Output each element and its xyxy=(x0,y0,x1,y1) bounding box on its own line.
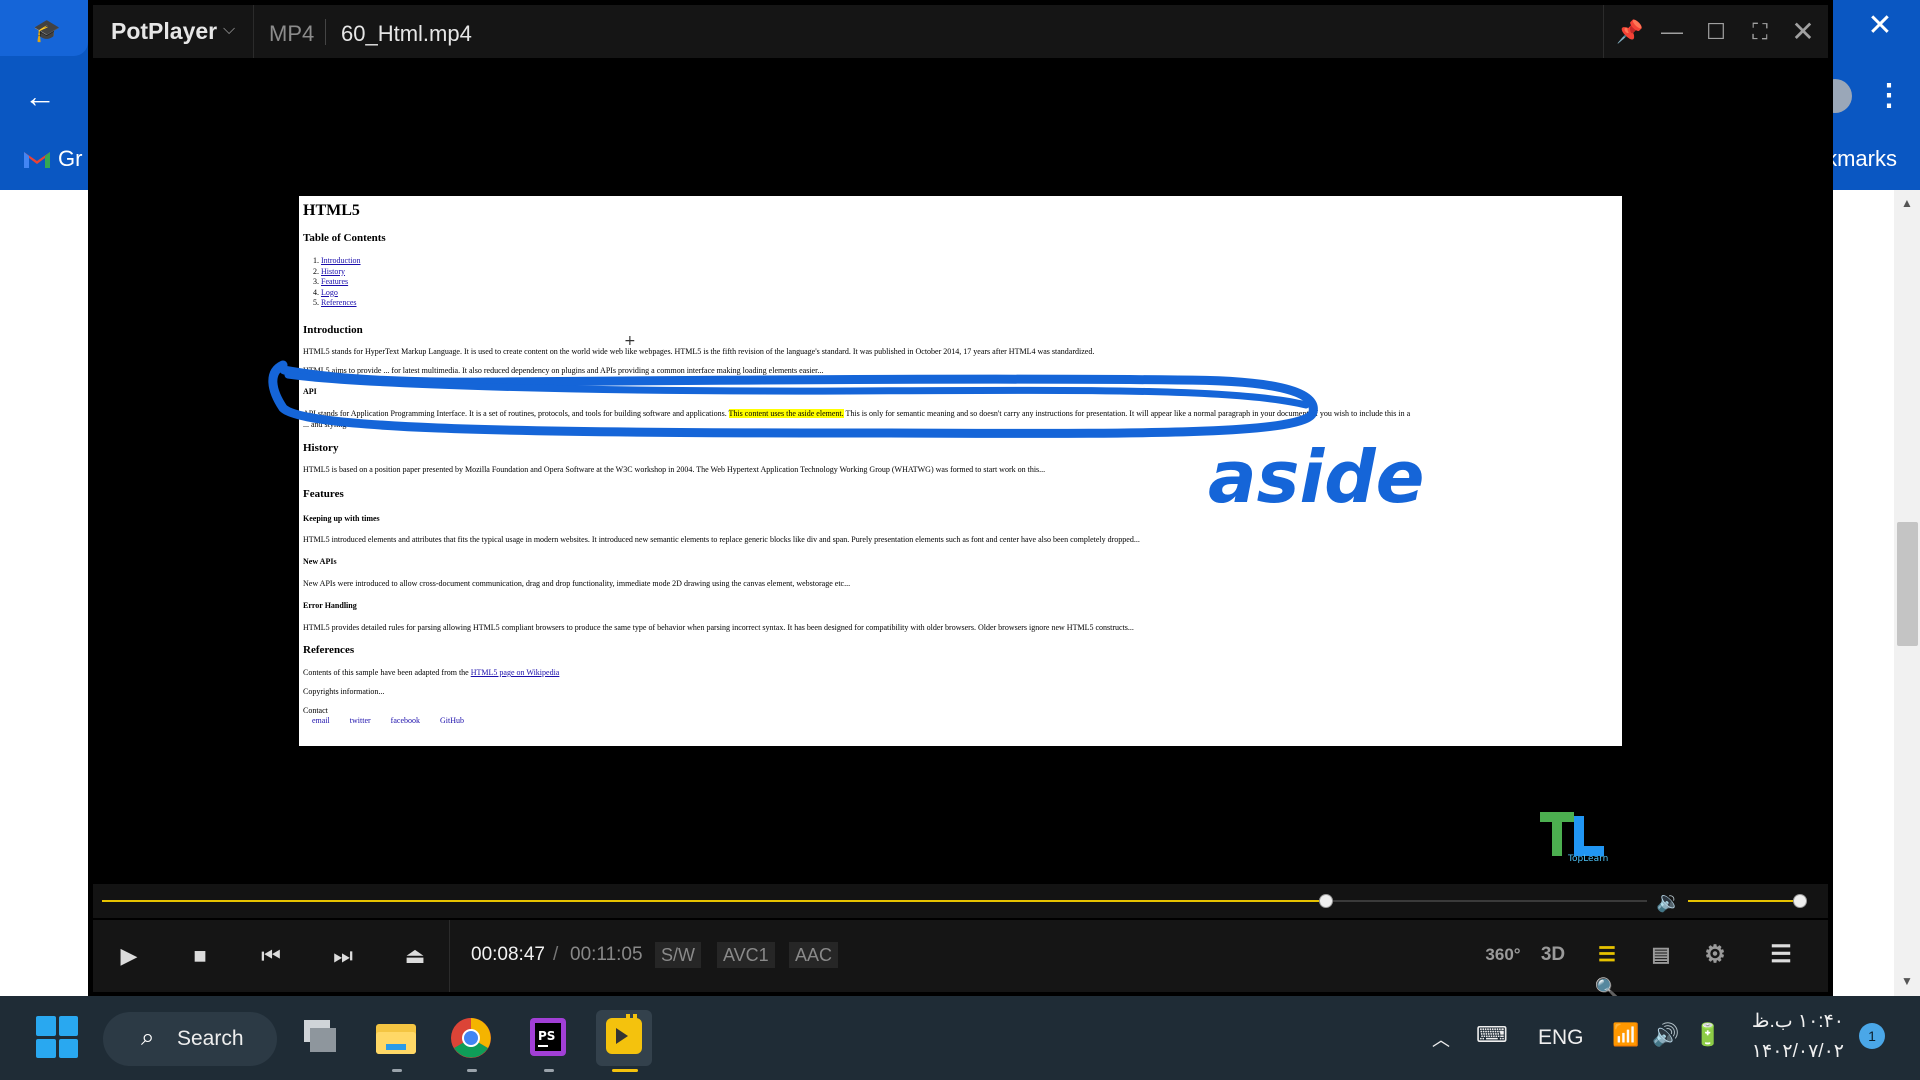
annotation-overlay: aside xyxy=(268,360,1425,519)
current-time: 00:08:47 xyxy=(471,944,545,965)
playlist-icon[interactable]: ▤ xyxy=(1646,938,1676,972)
taskbar-search[interactable]: ⌕ Search xyxy=(103,1012,277,1066)
volume-slider[interactable] xyxy=(1688,894,1807,908)
back-arrow-icon[interactable]: ← xyxy=(22,78,58,114)
tray-overflow-icon[interactable]: ︿ xyxy=(1432,1026,1450,1052)
video-error-heading: Error Handling xyxy=(303,601,357,610)
scroll-up-arrow-icon[interactable]: ▲ xyxy=(1894,196,1920,212)
bookmark-gmail-label: Gr xyxy=(58,146,83,171)
windows-start-icon[interactable] xyxy=(36,1016,78,1058)
taskbar: ⌕ Search PS ︿ ⌨ ENG 📶 🔊 🔋 ۱۰:۴۰ ب.ظ ۱۴۰۲… xyxy=(0,996,1920,1080)
vr-360-button[interactable]: 360° xyxy=(1483,938,1523,972)
potplayer-window: PotPlayer ⌵ MP4 60_Html.mp4 📌 — ☐ ⛶ ✕ HT… xyxy=(88,0,1833,1000)
scroll-thumb[interactable] xyxy=(1897,522,1918,646)
clock-date[interactable]: ۱۴۰۲/۰۷/۰۲ xyxy=(1748,1040,1844,1063)
video-contact-link: twitter xyxy=(349,716,371,725)
seek-bar[interactable] xyxy=(102,894,1647,908)
stop-icon[interactable]: ■ xyxy=(184,940,216,972)
divider xyxy=(449,920,450,992)
wifi-icon[interactable]: 📶 xyxy=(1612,1022,1639,1048)
chrome-icon[interactable] xyxy=(443,1010,499,1072)
video-error-paragraph: HTML5 provides detailed rules for parsin… xyxy=(303,623,1134,632)
file-explorer-icon[interactable] xyxy=(368,1010,424,1072)
video-contact-link: GitHub xyxy=(440,716,464,725)
graduation-cap-icon: 🎓 xyxy=(33,18,61,43)
volume-icon[interactable]: 🔉 xyxy=(1656,889,1681,914)
seek-progress xyxy=(102,900,1326,902)
previous-icon[interactable]: ⏮ xyxy=(255,940,287,972)
gmail-icon xyxy=(24,152,50,168)
hamburger-menu-icon[interactable]: ☰ xyxy=(1765,938,1797,972)
clock-time[interactable]: ۱۰:۴۰ ب.ظ xyxy=(1748,1010,1844,1033)
next-icon[interactable]: ⏭ xyxy=(327,940,359,972)
video-contact-links: email twitter facebook GitHub xyxy=(312,716,464,725)
video-contact-link: facebook xyxy=(390,716,420,725)
video-contact-label: Contact xyxy=(303,706,328,715)
decoder-tag[interactable]: S/W xyxy=(655,942,701,968)
svg-text:PS: PS xyxy=(538,1029,555,1043)
notification-badge[interactable]: 1 xyxy=(1859,1023,1885,1049)
video-codec-tag[interactable]: AVC1 xyxy=(717,942,775,968)
time-separator: / xyxy=(553,944,559,965)
audio-codec-tag[interactable]: AAC xyxy=(789,942,839,968)
task-view-icon[interactable] xyxy=(292,1010,348,1066)
all-bookmarks-label[interactable]: kmarks xyxy=(1826,144,1897,174)
scroll-down-arrow-icon[interactable]: ▼ xyxy=(1894,974,1920,990)
phpstorm-icon[interactable]: PS xyxy=(520,1010,576,1072)
browser-menu-icon[interactable]: ⋮ xyxy=(1874,78,1904,114)
browser-close-icon[interactable]: ✕ xyxy=(1860,6,1900,46)
gear-icon[interactable]: ⚙ xyxy=(1699,938,1731,972)
video-contact-link: email xyxy=(312,716,330,725)
bookmark-gmail[interactable]: Gr xyxy=(22,144,82,174)
eject-icon[interactable]: ⏏ xyxy=(399,940,431,972)
potplayer-taskbar-icon[interactable] xyxy=(596,1010,652,1072)
annotation-aside-text: aside xyxy=(1208,435,1425,519)
toplearn-wordmark: TopLearn xyxy=(1568,854,1609,864)
annotation-circle xyxy=(268,360,1318,438)
keyboard-icon[interactable]: ⌨ xyxy=(1476,1022,1508,1048)
battery-icon[interactable]: 🔋 xyxy=(1694,1022,1721,1048)
browser-tab[interactable]: 🎓 xyxy=(0,0,88,56)
taskbar-search-label: Search xyxy=(177,1027,244,1050)
speaker-icon[interactable]: 🔊 xyxy=(1652,1022,1679,1048)
video-references-heading: References xyxy=(303,644,355,656)
volume-level xyxy=(1688,900,1800,902)
3d-button[interactable]: 3D xyxy=(1536,938,1570,972)
scene-search-icon[interactable]: ☰🔍 xyxy=(1589,938,1625,1000)
player-controls: ▶ ■ ⏮ ⏭ ⏏ 00:08:47 / 00:11:05 S/W AVC1 A… xyxy=(93,920,1828,1000)
total-time: 00:11:05 xyxy=(570,944,643,965)
page-scrollbar[interactable]: ▲ ▼ xyxy=(1894,190,1920,996)
language-indicator[interactable]: ENG xyxy=(1538,1026,1584,1050)
volume-handle[interactable] xyxy=(1793,894,1807,908)
video-copyright: Copyrights information... xyxy=(303,687,385,696)
video-references-paragraph: Contents of this sample have been adapte… xyxy=(303,668,560,677)
play-icon[interactable]: ▶ xyxy=(113,940,145,972)
seek-bar-area: 🔉 xyxy=(93,884,1828,918)
seek-handle[interactable] xyxy=(1318,894,1333,908)
search-icon: ⌕ xyxy=(141,1024,155,1051)
